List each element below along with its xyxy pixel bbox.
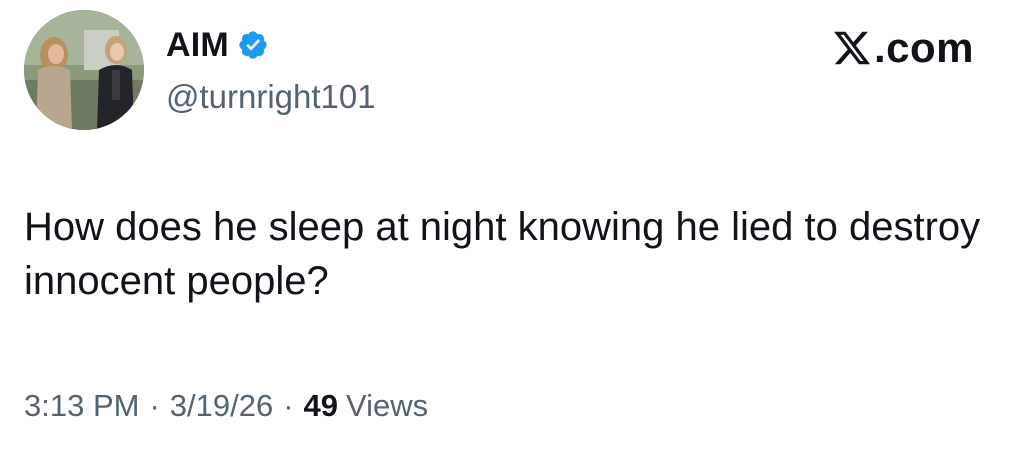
verified-badge-icon — [239, 31, 267, 59]
x-logo-icon — [834, 31, 871, 65]
avatar[interactable] — [24, 10, 144, 130]
tweet-time[interactable]: 3:13 PM — [24, 388, 139, 424]
brand-domain: .com — [873, 24, 974, 71]
tweet-card: AIM @turnright101 .com How does he sleep… — [0, 0, 1024, 452]
display-name[interactable]: AIM — [166, 26, 229, 65]
views-count[interactable]: 49 — [304, 388, 338, 424]
user-handle[interactable]: @turnright101 — [166, 78, 376, 116]
tweet-date[interactable]: 3/19/26 — [170, 388, 273, 424]
tweet-text: How does he sleep at night knowing he li… — [24, 205, 981, 303]
x-brand: .com — [832, 24, 974, 72]
name-row: AIM — [166, 22, 376, 68]
meta-separator: · — [283, 388, 294, 423]
views-label: Views — [346, 388, 429, 423]
avatar-photo — [24, 10, 144, 130]
author-block: AIM @turnright101 — [166, 22, 376, 116]
meta-separator: · — [149, 388, 160, 423]
tweet-meta: 3:13 PM · 3/19/26 · 49 Views — [24, 388, 428, 424]
